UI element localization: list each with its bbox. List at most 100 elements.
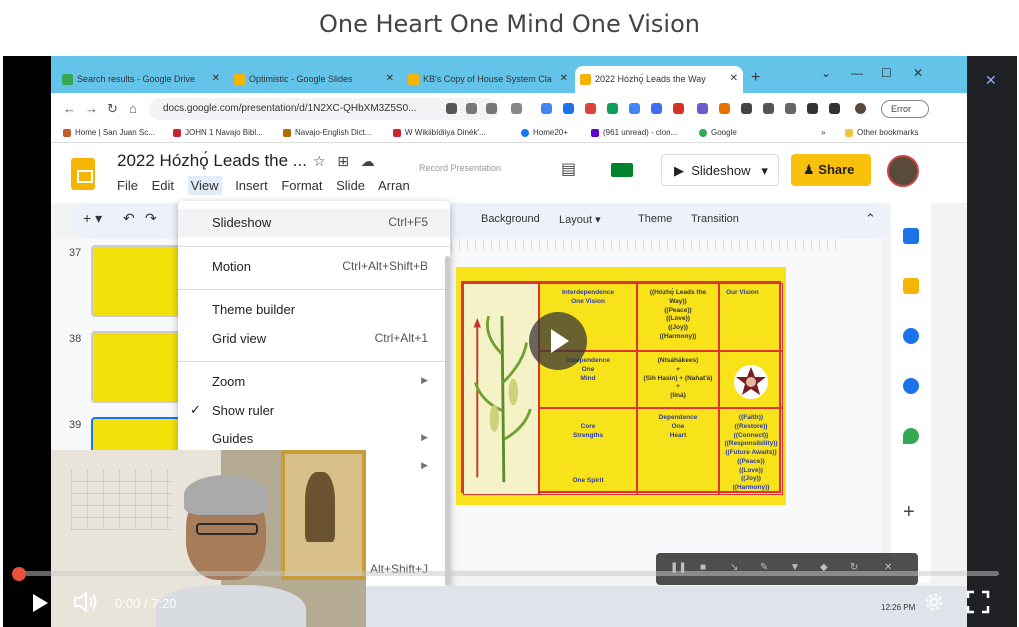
- menu-item-label: Zoom: [212, 374, 246, 389]
- avatar[interactable]: [887, 155, 919, 187]
- close-icon[interactable]: ✕: [730, 73, 738, 84]
- slideshow-button[interactable]: ▶ Slideshow ▾: [661, 154, 779, 186]
- menu-item-show-ruler[interactable]: ✓ Show ruler: [178, 397, 450, 425]
- browser-tab[interactable]: Optimistic - Google Slides ✕: [229, 66, 399, 93]
- extension-icon[interactable]: [785, 103, 796, 114]
- close-icon[interactable]: ✕: [212, 73, 220, 84]
- move-folder-icon[interactable]: ⊞: [337, 153, 349, 169]
- home-icon[interactable]: ⌂: [129, 101, 137, 116]
- extension-icon[interactable]: [629, 103, 640, 114]
- bookmark-item[interactable]: Navajo-English Dict...: [283, 128, 371, 137]
- star-icon[interactable]: ☆: [313, 153, 326, 169]
- other-bookmarks[interactable]: Other bookmarks: [845, 128, 918, 137]
- address-row: ← → ↻ ⌂ docs.google.com/presentation/d/1…: [51, 93, 967, 125]
- share-icon[interactable]: [486, 103, 497, 114]
- gear-icon[interactable]: [922, 590, 946, 614]
- new-slide-icon[interactable]: + ▾: [83, 210, 102, 227]
- back-icon[interactable]: ←: [63, 101, 76, 116]
- bookmark-item[interactable]: Google: [699, 128, 737, 137]
- menu-item-grid-view[interactable]: Grid view Ctrl+Alt+1: [178, 325, 450, 353]
- menu-file[interactable]: File: [117, 178, 138, 193]
- menu-view[interactable]: View: [187, 176, 222, 195]
- slide-thumbnail[interactable]: [91, 331, 181, 403]
- browser-tab[interactable]: Search results - Google Drive ✕: [57, 66, 225, 93]
- menu-arrange[interactable]: Arran: [378, 178, 410, 193]
- maps-icon[interactable]: [903, 428, 919, 444]
- chevron-down-icon[interactable]: ▾: [761, 163, 768, 178]
- video-player[interactable]: Search results - Google Drive ✕ Optimist…: [3, 56, 1017, 627]
- play-button[interactable]: [33, 594, 48, 612]
- layout-button[interactable]: Layout ▾: [559, 213, 601, 226]
- extension-icon[interactable]: [741, 103, 752, 114]
- calendar-icon[interactable]: [903, 228, 919, 244]
- bookmark-item[interactable]: Home | San Juan Sc...: [63, 128, 155, 137]
- zoom-icon[interactable]: [466, 103, 477, 114]
- menu-slide[interactable]: Slide: [336, 178, 365, 193]
- record-presentation-button[interactable]: Record Presentation: [419, 163, 501, 173]
- document-title[interactable]: 2022 Hózhǫ́ Leads the ...: [117, 151, 307, 171]
- slides-logo-icon[interactable]: [71, 158, 95, 190]
- menu-insert[interactable]: Insert: [235, 178, 268, 193]
- extension-icon[interactable]: [541, 103, 552, 114]
- keep-icon[interactable]: [903, 278, 919, 294]
- close-icon[interactable]: ✕: [560, 73, 568, 84]
- extension-icon[interactable]: [697, 103, 708, 114]
- contacts-icon[interactable]: [903, 378, 919, 394]
- forward-icon[interactable]: →: [85, 101, 98, 116]
- extension-icon[interactable]: [651, 103, 662, 114]
- undo-icon[interactable]: ↶: [123, 210, 135, 227]
- extension-icon[interactable]: [719, 103, 730, 114]
- extension-icon[interactable]: [673, 103, 684, 114]
- extension-icon[interactable]: [585, 103, 596, 114]
- error-button[interactable]: Error: [881, 100, 929, 118]
- add-icon[interactable]: +: [903, 501, 915, 524]
- chevron-up-icon[interactable]: ⌃: [865, 211, 876, 227]
- extension-icon[interactable]: [607, 103, 618, 114]
- volume-icon[interactable]: [72, 590, 100, 614]
- extension-icon[interactable]: [563, 103, 574, 114]
- redo-icon[interactable]: ↷: [145, 210, 157, 227]
- browser-tab[interactable]: KB's Copy of House System Cla ✕: [403, 66, 573, 93]
- close-icon[interactable]: ✕: [985, 72, 997, 89]
- menu-format[interactable]: Format: [281, 178, 322, 193]
- bookmark-item[interactable]: W Wikiibídiiya Dinék'...: [393, 128, 486, 137]
- background-button[interactable]: Background: [481, 213, 540, 225]
- menu-item-zoom[interactable]: Zoom ▶: [178, 368, 450, 396]
- browser-tab-active[interactable]: 2022 Hózhǫ́ Leads the Way ✕: [575, 66, 743, 93]
- fullscreen-icon[interactable]: [966, 590, 990, 614]
- extension-icon[interactable]: [763, 103, 774, 114]
- big-play-button[interactable]: [529, 312, 587, 370]
- transition-button[interactable]: Transition: [691, 213, 739, 225]
- menu-edit[interactable]: Edit: [152, 178, 174, 193]
- sidepanel-icon[interactable]: [829, 103, 840, 114]
- menu-item-motion[interactable]: Motion Ctrl+Alt+Shift+B: [178, 253, 450, 281]
- new-tab-icon[interactable]: +: [751, 69, 760, 87]
- title-icons: ☆ ⊞ ☁: [313, 153, 375, 170]
- menu-scrollbar[interactable]: [445, 256, 450, 586]
- minimize-icon[interactable]: —: [851, 66, 863, 80]
- meet-icon[interactable]: [611, 163, 633, 177]
- bookmark-item[interactable]: (961 unread) - clon...: [591, 128, 677, 137]
- comment-icon[interactable]: ▤: [561, 159, 576, 179]
- menu-item-theme-builder[interactable]: Theme builder: [178, 296, 450, 324]
- reload-icon[interactable]: ↻: [107, 101, 118, 117]
- tasks-icon[interactable]: [903, 328, 919, 344]
- bookmark-item[interactable]: JOHN 1 Navajo Bibl...: [173, 128, 263, 137]
- maximize-icon[interactable]: ☐: [881, 66, 892, 80]
- menu-item-guides[interactable]: Guides ▶: [178, 425, 450, 453]
- extension-icon[interactable]: [446, 103, 457, 114]
- puzzle-icon[interactable]: [807, 103, 818, 114]
- progress-scrubber[interactable]: [12, 567, 26, 581]
- chevron-right-icon[interactable]: »: [821, 128, 825, 137]
- bookmark-item[interactable]: Home20+: [521, 128, 568, 137]
- slide-thumbnail[interactable]: [91, 245, 181, 317]
- chevron-down-icon[interactable]: ⌄: [821, 66, 831, 80]
- close-window-icon[interactable]: ✕: [913, 66, 923, 80]
- close-icon[interactable]: ✕: [386, 73, 394, 84]
- share-button[interactable]: ♟ Share: [791, 154, 871, 186]
- progress-bar[interactable]: [19, 571, 999, 576]
- theme-button[interactable]: Theme: [638, 213, 672, 225]
- star-icon[interactable]: [511, 103, 522, 114]
- profile-icon[interactable]: [855, 103, 866, 114]
- menu-item-slideshow[interactable]: Slideshow Ctrl+F5: [178, 209, 450, 237]
